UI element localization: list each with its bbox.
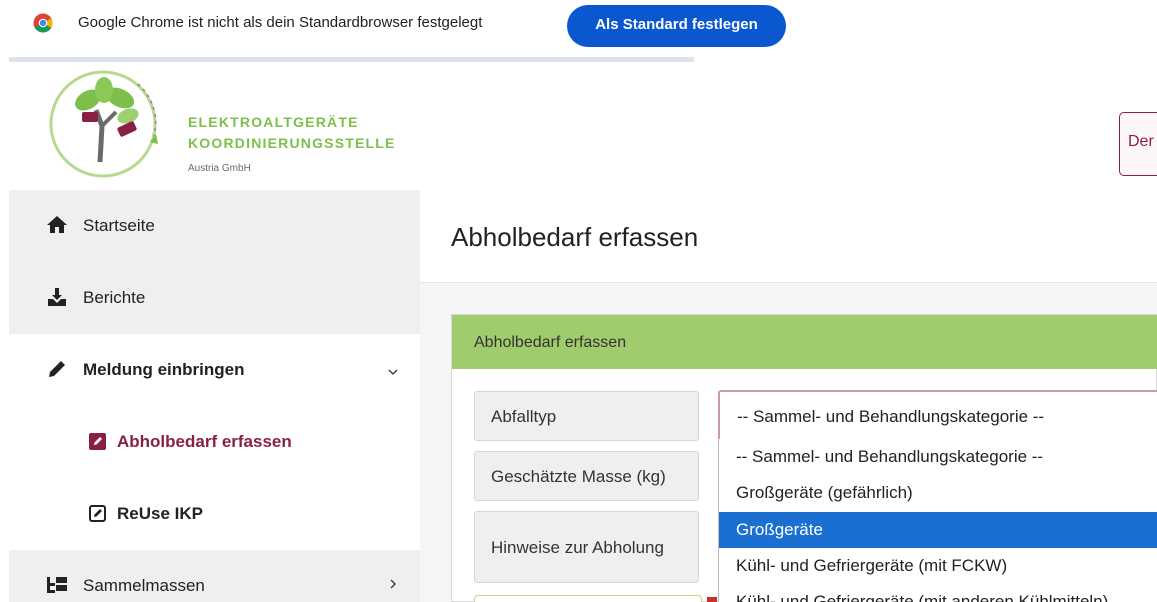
sidebar-item-label: Startseite [83,216,155,235]
dropdown-option-highlighted[interactable]: Großgeräte [719,512,1157,548]
dropdown-option[interactable]: Kühl- und Gefriergeräte (mit anderen Küh… [719,584,1157,602]
card-header: Abholbedarf erfassen [452,315,1157,369]
home-icon [47,216,67,233]
edit-square-icon [89,433,106,450]
chevron-right-icon [390,579,397,589]
sidebar-item-sammelmassen[interactable]: Sammelmassen [9,550,420,602]
sidebar-item-label: Meldung einbringen [83,360,245,379]
sidebar-item-label: Abholbedarf erfassen [117,432,292,451]
sidebar-item-label: ReUse IKP [117,504,203,523]
set-default-browser-button[interactable]: Als Standard festlegen [567,5,786,47]
sidebar-item-startseite[interactable]: Startseite [9,190,420,262]
masse-label: Geschätzte Masse (kg) [474,451,699,501]
main-content: Abholbedarf erfassen Abholbedarf erfasse… [420,190,1157,602]
abfalltyp-label-text: Abfalltyp [491,407,557,426]
header-user-button[interactable]: Der [1119,112,1157,176]
chrome-default-browser-infobar: Google Chrome ist nicht als dein Standar… [0,0,1157,58]
sidebar-item-berichte[interactable]: Berichte [9,262,420,334]
infobar-message: Google Chrome ist nicht als dein Standar… [78,14,483,31]
pencil-icon [49,361,65,377]
abfalltyp-select[interactable]: -- Sammel- und Behandlungskategorie -- [718,390,1157,442]
dropdown-option-label: Großgeräte [736,520,823,539]
header-user-button-label: Der [1128,133,1154,150]
sidebar-item-abholbedarf-erfassen[interactable]: Abholbedarf erfassen [9,406,420,478]
abfalltyp-dropdown-list: -- Sammel- und Behandlungskategorie -- G… [718,439,1157,602]
tree-structure-icon [47,577,67,593]
hinweise-label: Hinweise zur Abholung [474,511,699,583]
dropdown-option-label: Kühl- und Gefriergeräte (mit FCKW) [736,556,1008,575]
dropdown-option-label: -- Sammel- und Behandlungskategorie -- [736,447,1044,466]
brand-name-line1: ELEKTROALTGERÄTE [188,114,359,130]
required-marker [707,597,717,602]
dropdown-option[interactable]: -- Sammel- und Behandlungskategorie -- [719,439,1157,475]
dropdown-option[interactable]: Kühl- und Gefriergeräte (mit FCKW) [719,548,1157,584]
edit-square-outline-icon [89,505,106,522]
card-title: Abholbedarf erfassen [474,334,627,351]
page-title-bar: Abholbedarf erfassen [420,190,1157,283]
site-header: ELEKTROALTGERÄTE KOORDINIERUNGSSTELLE Au… [0,62,1157,190]
download-icon [48,288,66,306]
dropdown-option[interactable]: Großgeräte (gefährlich) [719,475,1157,511]
next-field-input[interactable] [474,595,702,602]
page-title: Abholbedarf erfassen [451,222,699,252]
sidebar-item-label: Sammelmassen [83,576,205,595]
dropdown-option-label: Großgeräte (gefährlich) [736,483,913,502]
hinweise-label-text: Hinweise zur Abholung [491,538,664,557]
abfalltyp-label: Abfalltyp [474,391,699,441]
sidebar-item-label: Berichte [83,288,146,307]
sidebar-nav: Startseite Berichte Meldung einbringen A… [9,190,420,602]
sidebar-item-meldung-einbringen[interactable]: Meldung einbringen [9,334,420,406]
abholbedarf-form-card: Abholbedarf erfassen Abfalltyp Geschätzt… [451,314,1157,602]
dropdown-option-label: Kühl- und Gefriergeräte (mit anderen Küh… [736,592,1109,602]
sidebar-item-reuse-ikp[interactable]: ReUse IKP [9,478,420,550]
chrome-icon [33,13,53,33]
masse-label-text: Geschätzte Masse (kg) [491,467,666,486]
brand-name-line2: KOORDINIERUNGSSTELLE [188,135,396,151]
chevron-down-icon [388,369,398,376]
brand-name-line3: Austria GmbH [188,163,251,174]
abfalltyp-select-value: -- Sammel- und Behandlungskategorie -- [737,407,1045,426]
eak-logo[interactable] [46,64,176,186]
